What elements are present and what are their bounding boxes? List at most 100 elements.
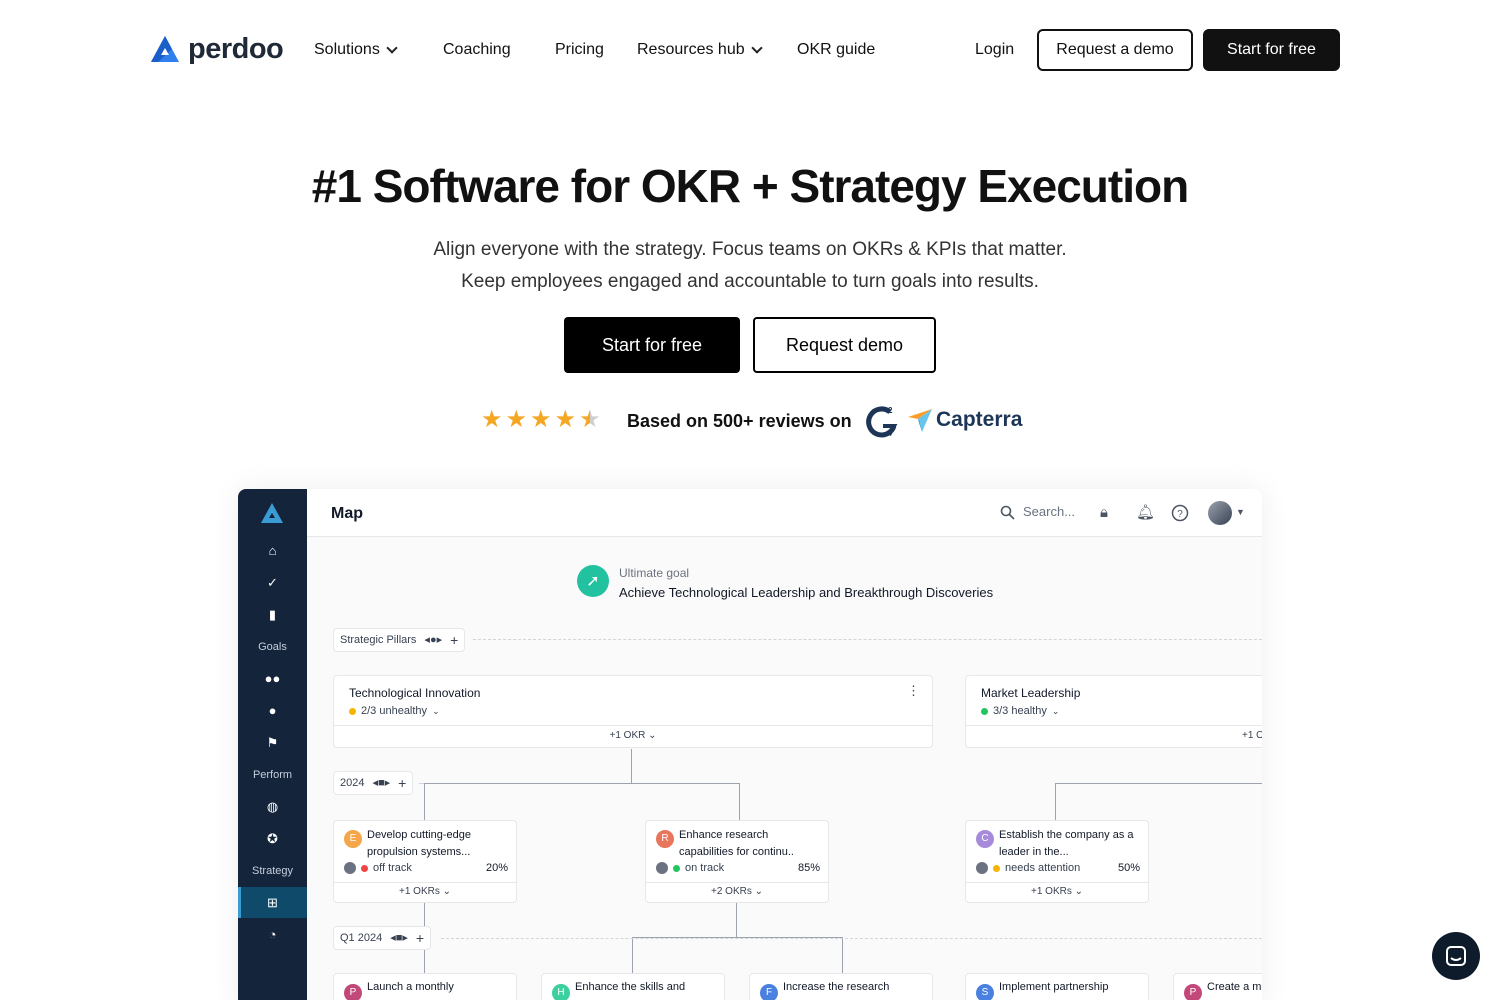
okr-child-count: +2 OKRs (710, 886, 752, 897)
connector-line (424, 783, 740, 784)
pillar-card[interactable]: Technological Innovation ⋮ 2/3 unhealthy… (333, 675, 933, 748)
row-tag-year: 2024 ◂■▸ + (333, 771, 414, 795)
gauge-icon[interactable]: ◔ (238, 927, 307, 943)
request-demo-button[interactable]: Request demo (753, 317, 936, 373)
nav-okr-guide[interactable]: OKR guide (797, 40, 875, 60)
sidebar-label-perform: Perform (252, 769, 293, 781)
nav-solutions[interactable]: Solutions (314, 40, 398, 60)
status-dot (993, 864, 1000, 872)
help-icon[interactable]: ? (1171, 504, 1189, 522)
okr-card[interactable]: C Establish the company as a leader in t… (965, 820, 1149, 903)
hierarchy-icon[interactable]: ⊞ (238, 895, 307, 911)
person-icon[interactable]: ● (238, 703, 307, 719)
svg-text:?: ? (1177, 509, 1183, 520)
more-options-icon[interactable]: ⋮ (907, 684, 920, 698)
add-icon[interactable]: + (398, 776, 406, 790)
chat-launcher-button[interactable] (1432, 932, 1480, 980)
toggle-icon[interactable]: ◂■▸ (372, 776, 390, 790)
login-link[interactable]: Login (975, 40, 1014, 60)
okr-card[interactable]: R Enhance research capabilities for cont… (645, 820, 829, 903)
nav-pricing[interactable]: Pricing (555, 40, 604, 60)
bell-icon[interactable]: 🔔︎ (1136, 504, 1155, 522)
capterra-logo: Capterra (908, 408, 1022, 432)
key-result-card[interactable]: P Launch a monthly (333, 973, 517, 1000)
row-divider (419, 783, 424, 784)
star-icon: ★ (481, 406, 503, 433)
home-icon[interactable]: ⌂ (238, 543, 307, 559)
caret-down-icon[interactable]: ▼ (1236, 507, 1245, 517)
connector-line (1055, 783, 1262, 784)
request-a-demo-button[interactable]: Request a demo (1037, 29, 1193, 71)
check-circle-icon[interactable]: ✓ (238, 575, 307, 591)
key-result-title: Implement partnership (999, 981, 1109, 993)
hero-subtitle-line-1: Align everyone with the strategy. Focus … (433, 239, 1067, 260)
app-logo-icon (261, 503, 283, 523)
capterra-label: Capterra (936, 408, 1023, 431)
perdoo-logo[interactable]: perdoo (150, 33, 284, 65)
toggle-icon[interactable]: ◂●▸ (424, 633, 442, 647)
key-result-card[interactable]: P Create a m (1173, 973, 1262, 1000)
connector-line (1055, 783, 1056, 820)
okr-status: on track 85% (656, 861, 820, 875)
pillar-card[interactable]: Market Leadership 3/3 healthy ⌄ +1 O (965, 675, 1262, 748)
pillar-okr-count: +1 O (1242, 730, 1262, 741)
nav-coaching[interactable]: Coaching (443, 40, 511, 60)
user-avatar[interactable] (1208, 501, 1232, 525)
search-icon (1000, 505, 1015, 520)
okr-footer[interactable]: +1 OKRs ⌄ (966, 882, 1148, 902)
add-icon[interactable]: + (450, 633, 458, 647)
chevron-down-icon (386, 42, 398, 54)
pillar-title: Market Leadership (981, 686, 1081, 700)
okr-status: needs attention 50% (976, 861, 1140, 875)
avatar (656, 862, 668, 874)
key-result-title: Launch a monthly (367, 981, 454, 993)
pillar-footer[interactable]: +1 OKR ⌄ (334, 725, 932, 747)
lock-icon[interactable]: 🔒︎ (1100, 504, 1108, 522)
okr-footer[interactable]: +2 OKRs ⌄ (646, 882, 828, 902)
okr-status-text: off track (373, 862, 412, 874)
key-result-card[interactable]: F Increase the research (749, 973, 933, 1000)
perdoo-logo-icon (151, 36, 179, 62)
pillar-status[interactable]: 2/3 unhealthy ⌄ (349, 704, 440, 718)
search-placeholder: Search... (1023, 504, 1076, 519)
nav-resources-hub[interactable]: Resources hub (637, 40, 763, 60)
pillar-title: Technological Innovation (349, 686, 481, 700)
start-for-free-nav-button[interactable]: Start for free (1203, 29, 1340, 71)
globe-icon[interactable]: ◍ (238, 799, 307, 815)
add-icon[interactable]: + (416, 931, 424, 945)
okr-title: Develop cutting-edge propulsion systems.… (367, 829, 471, 858)
hero-subtitle-line-2: Keep employees engaged and accountable t… (461, 271, 1039, 292)
search-input[interactable]: Search... (1000, 504, 1075, 520)
chevron-down-icon: ⌄ (1051, 706, 1060, 716)
start-for-free-button[interactable]: Start for free (564, 317, 740, 373)
people-icon[interactable]: ●● (238, 671, 307, 687)
okr-card[interactable]: E Develop cutting-edge propulsion system… (333, 820, 517, 903)
toggle-icon[interactable]: ◂■▸ (390, 931, 408, 945)
connector-line (631, 749, 632, 783)
okr-progress: 20% (485, 862, 508, 874)
star-circle-icon[interactable]: ✪ (238, 831, 307, 847)
ultimate-goal-label: Ultimate goal (619, 566, 690, 580)
bar-chart-icon[interactable]: ▮ (238, 607, 307, 623)
app-topbar: Map Search... 🔒︎ 🔔︎ ? ▼ (307, 489, 1262, 537)
okr-progress: 50% (1117, 862, 1140, 874)
owner-badge: E (344, 830, 362, 848)
svg-text:2: 2 (888, 406, 893, 415)
okr-child-count: +1 OKRs (1030, 886, 1072, 897)
owner-badge: P (344, 984, 362, 1000)
reviews-text: Based on 500+ reviews on (627, 411, 852, 431)
top-navigation: perdoo Solutions Coaching Pricing Resour… (0, 0, 1500, 100)
pillar-footer[interactable]: +1 O (966, 725, 1262, 747)
pillar-status[interactable]: 3/3 healthy ⌄ (981, 704, 1059, 718)
row-label: Q1 2024 (340, 932, 383, 944)
logo-text: perdoo (188, 33, 284, 65)
pillar-status-text: 2/3 unhealthy (361, 705, 428, 717)
ultimate-goal[interactable]: ➚ Ultimate goal Achieve Technological Le… (577, 565, 993, 602)
flag-icon[interactable]: ⚑ (238, 735, 307, 751)
okr-footer[interactable]: +1 OKRs ⌄ (334, 882, 516, 902)
star-icon: ★ (530, 406, 552, 433)
app-preview: ⌂ ✓ ▮ Goals ●● ● ⚑ Perform ◍ ✪ Strategy … (238, 489, 1262, 1000)
row-label: 2024 (340, 777, 365, 789)
key-result-card[interactable]: S Implement partnership (965, 973, 1149, 1000)
key-result-card[interactable]: H Enhance the skills and (541, 973, 725, 1000)
